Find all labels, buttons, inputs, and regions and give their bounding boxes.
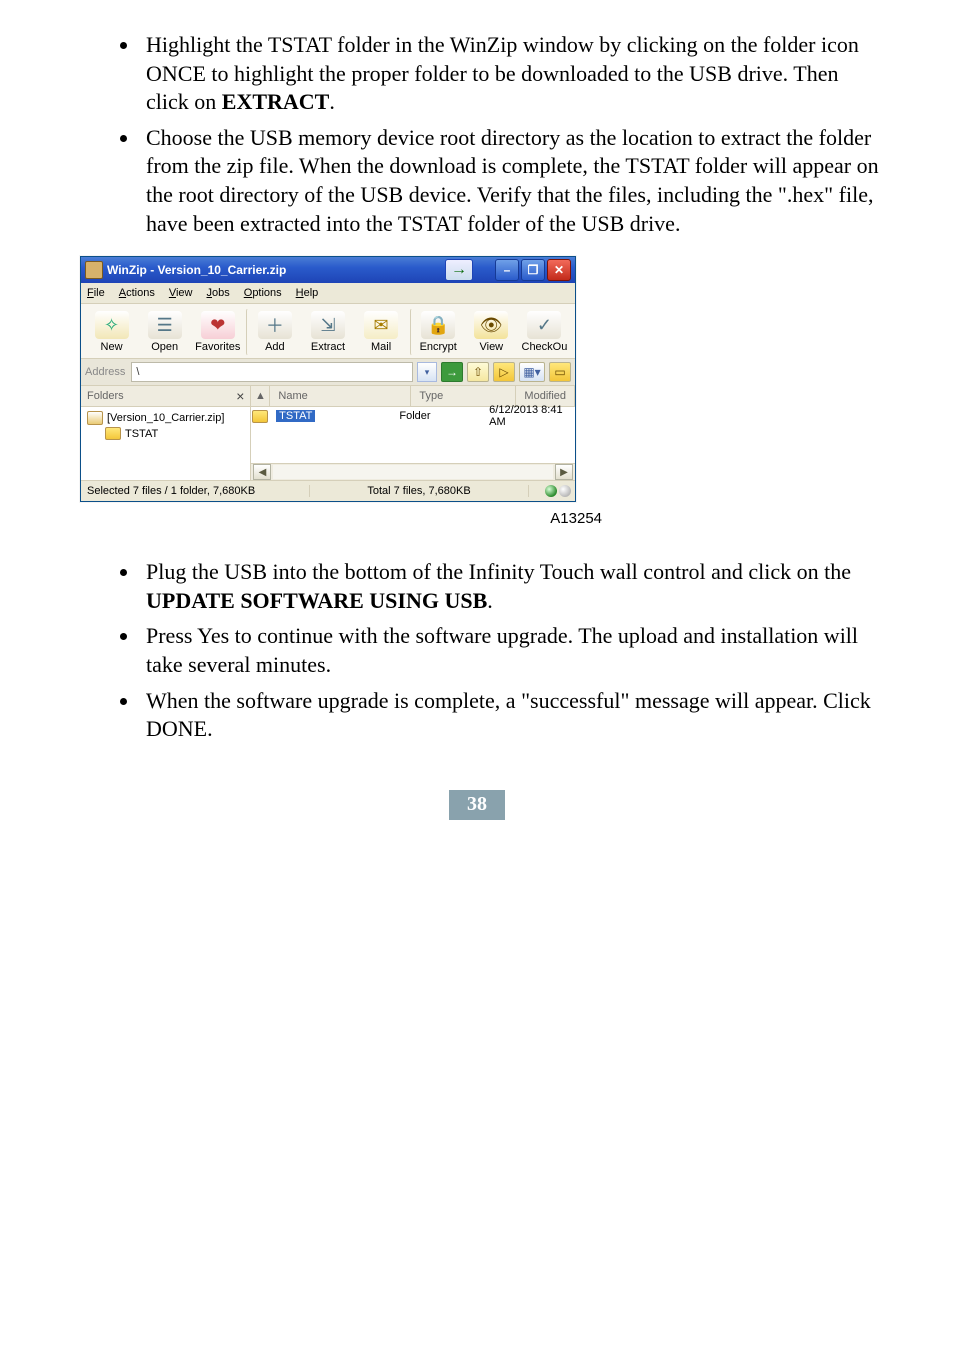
folder-tree: [Version_10_Carrier.zip] TSTAT [81, 407, 250, 480]
mail-icon: ✉ [364, 311, 398, 339]
encrypt-icon: 🔒 [421, 311, 455, 339]
views-button[interactable]: ▦▾ [519, 362, 545, 382]
extract-button[interactable]: ⇲Extract [301, 308, 354, 356]
mail-button[interactable]: ✉Mail [355, 308, 408, 356]
menu-help[interactable]: Help [296, 287, 319, 299]
text: Press Yes to continue with the software … [146, 623, 858, 677]
encrypt-button[interactable]: 🔒Encrypt [410, 308, 465, 356]
text: Plug the USB into the bottom of the Infi… [146, 559, 851, 584]
text-bold: UPDATE SOFTWARE USING USB [146, 588, 487, 613]
zip-icon [87, 411, 103, 425]
toolbar: ✧New ☰Open ❤Favorites ＋Add ⇲Extract ✉Mai… [81, 303, 575, 359]
new-button[interactable]: ✧New [85, 308, 138, 356]
close-button[interactable]: ✕ [547, 259, 571, 281]
maximize-button[interactable]: ❐ [521, 259, 545, 281]
col-sort[interactable]: ▲ [251, 386, 270, 406]
folders-pane-title: Folders [87, 390, 124, 402]
figure-label: A13254 [0, 510, 602, 527]
open-folder-button[interactable]: ▷ [493, 362, 515, 382]
scroll-left-button[interactable]: ◀ [253, 464, 271, 480]
extract-icon: ⇲ [311, 311, 345, 339]
status-dot-grey-icon [559, 485, 571, 497]
menu-bar: File Actions View Jobs Options Help [81, 283, 575, 303]
go-button[interactable]: → [441, 362, 463, 382]
open-button[interactable]: ☰Open [138, 308, 191, 356]
new-icon: ✧ [95, 311, 129, 339]
tree-child[interactable]: TSTAT [87, 427, 244, 440]
status-selected: Selected 7 files / 1 folder, 7,680KB [81, 485, 310, 497]
folders-pane: Folders × [Version_10_Carrier.zip] TSTAT [81, 386, 251, 480]
add-button[interactable]: ＋Add [246, 308, 301, 356]
menu-options[interactable]: Options [244, 287, 282, 299]
folder-button[interactable]: ▭ [549, 362, 571, 382]
table-row[interactable]: TSTAT Folder 6/12/2013 8:41 AM [251, 407, 575, 425]
tree-root[interactable]: [Version_10_Carrier.zip] [87, 411, 244, 425]
row-type: Folder [391, 410, 481, 422]
open-icon: ☰ [148, 311, 182, 339]
horizontal-scrollbar[interactable]: ◀ ▶ [251, 463, 575, 480]
view-button[interactable]: 👁View [465, 308, 518, 356]
text-bold: EXTRACT [222, 89, 330, 114]
favorites-button[interactable]: ❤Favorites [191, 308, 244, 356]
scroll-track[interactable] [273, 465, 553, 479]
checkout-icon: ✓ [527, 311, 561, 339]
row-name: TSTAT [276, 410, 315, 422]
view-icon: 👁 [474, 311, 508, 339]
text: . [329, 89, 335, 114]
folders-pane-close[interactable]: × [236, 388, 244, 404]
address-label: Address [85, 366, 125, 378]
col-type[interactable]: Type [411, 386, 516, 406]
text: Choose the USB memory device root direct… [146, 125, 879, 236]
status-dot-green-icon [545, 485, 557, 497]
up-folder-button[interactable]: ⇧ [467, 362, 489, 382]
winzip-window: WinZip - Version_10_Carrier.zip → – ❐ ✕ … [80, 256, 576, 502]
winzip-icon [85, 261, 103, 279]
list-item: Highlight the TSTAT folder in the WinZip… [140, 30, 884, 117]
add-icon: ＋ [258, 311, 292, 339]
page-number: 38 [449, 790, 505, 820]
list-item: Choose the USB memory device root direct… [140, 123, 884, 238]
minimize-button[interactable]: – [495, 259, 519, 281]
checkout-button[interactable]: ✓CheckOu [518, 308, 571, 356]
status-bar: Selected 7 files / 1 folder, 7,680KB Tot… [81, 480, 575, 501]
window-title: WinZip - Version_10_Carrier.zip [107, 263, 286, 277]
list-item: Press Yes to continue with the software … [140, 621, 884, 679]
col-modified[interactable]: Modified [516, 386, 575, 406]
menu-view[interactable]: View [169, 287, 193, 299]
menu-actions[interactable]: Actions [119, 287, 155, 299]
address-dropdown-button[interactable]: ▾ [417, 362, 437, 382]
folder-icon [105, 427, 121, 440]
list-item: When the software upgrade is complete, a… [140, 686, 884, 744]
status-total: Total 7 files, 7,680KB [310, 485, 529, 497]
text: . [487, 588, 493, 613]
menu-file[interactable]: File [87, 287, 105, 299]
favorites-icon: ❤ [201, 311, 235, 339]
folder-icon [252, 410, 268, 423]
instruction-list-bottom: Plug the USB into the bottom of the Infi… [70, 557, 884, 744]
col-name[interactable]: Name [270, 386, 411, 406]
address-bar: Address \ ▾ → ⇧ ▷ ▦▾ ▭ [81, 359, 575, 386]
menu-jobs[interactable]: Jobs [207, 287, 230, 299]
title-bar[interactable]: WinZip - Version_10_Carrier.zip → – ❐ ✕ [81, 257, 575, 283]
nav-arrow-button[interactable]: → [445, 259, 473, 281]
address-input[interactable]: \ [131, 362, 413, 382]
file-list-pane: ▲ Name Type Modified TSTAT Folder 6/12/2… [251, 386, 575, 480]
instruction-list-top: Highlight the TSTAT folder in the WinZip… [70, 30, 884, 238]
list-item: Plug the USB into the bottom of the Infi… [140, 557, 884, 615]
scroll-right-button[interactable]: ▶ [555, 464, 573, 480]
text: When the software upgrade is complete, a… [146, 688, 871, 742]
